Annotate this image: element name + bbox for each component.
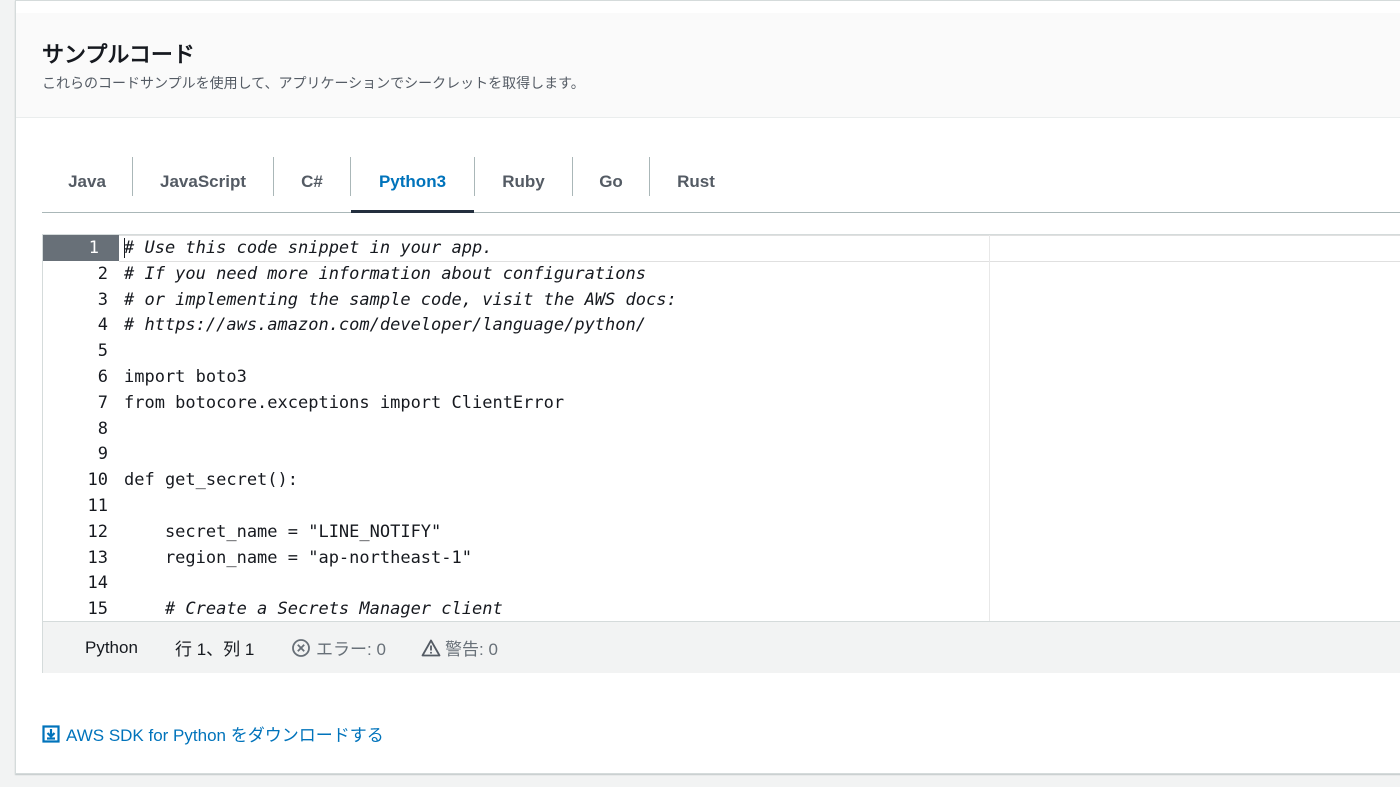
error-circle-icon [292,638,310,657]
line-number: 3 [43,287,108,313]
line-number-text: 3 [97,289,108,310]
page-title: サンプルコード [42,42,195,67]
line-number: 15 [43,596,108,621]
line-number: 6 [43,364,108,390]
line-number-text: 8 [97,418,108,439]
code-editor[interactable]: 1 2 3 4 5 6 7 8 9 10 11 12 13 14 15 # Use this code sn… [42,234,1400,673]
line-number-text: 15 [87,599,108,620]
tab-java[interactable]: Java [42,151,132,212]
tab-go[interactable]: Go [573,151,649,212]
line-number-text: 6 [97,367,108,387]
status-language: Python [85,637,138,657]
code-area[interactable]: 1 2 3 4 5 6 7 8 9 10 11 12 13 14 15 # Use this code sn… [43,235,1400,621]
tab-csharp[interactable]: C# [274,151,350,212]
text-cursor [124,238,125,258]
warning-triangle-icon [421,639,441,656]
sample-code-panel: サンプルコード これらのコードサンプルを使用して、アプリケーションでシークレット… [15,0,1400,774]
page-subtitle: これらのコードサンプルを使用して、アプリケーションでシークレットを取得します。 [42,75,585,91]
download-sdk-label: AWS SDK for Python をダウンロードする [66,726,384,745]
line-number: 12 [43,519,108,545]
line-number-text: 9 [97,444,108,465]
line-number: 13 [43,545,108,571]
line-number-gutter: 1 2 3 4 5 6 7 8 9 10 11 12 13 14 15 [43,235,119,621]
line-number: 9 [43,441,108,467]
line-number: 11 [43,493,108,519]
status-errors-label: エラー: 0 [316,640,386,659]
line-number-text: 14 [87,573,108,594]
tab-javascript[interactable]: JavaScript [133,151,273,212]
line-number: 2 [43,261,108,287]
line-number-text: 12 [87,521,108,542]
line-number-text: 2 [97,263,108,284]
code-line[interactable]: import boto3 [124,364,247,390]
tab-ruby[interactable]: Ruby [475,151,572,212]
line-number-text: 7 [97,392,108,413]
editor-status-bar: Python 行 1、列 1 エラー: 0 警告: 0 [43,621,1400,673]
status-errors[interactable]: エラー: 0 [291,622,386,673]
code-line[interactable]: # or implementing the sample code, visit… [124,287,677,313]
line-number: 1 [43,235,119,261]
code-line[interactable]: # Use this code snippet in your app. [124,235,492,261]
code-line[interactable]: region_name = "ap-northeast-1" [124,545,472,571]
line-number-text: 10 [87,470,108,491]
code-line[interactable]: from botocore.exceptions import ClientEr… [124,390,564,416]
status-cursor-position: 行 1、列 1 [175,640,255,659]
tab-rust[interactable]: Rust [650,151,742,212]
code-line[interactable]: # https://aws.amazon.com/developer/langu… [124,312,646,338]
code-line[interactable]: # If you need more information about con… [124,261,646,287]
code-line[interactable]: def get_secret(): [124,467,298,493]
line-number-text: 13 [87,547,108,568]
code-line[interactable]: # Create a Secrets Manager client [124,596,503,621]
line-number: 4 [43,312,108,338]
line-number-text: 11 [87,496,108,516]
line-number: 8 [43,416,108,442]
code-line[interactable]: secret_name = "LINE_NOTIFY" [124,519,441,545]
download-sdk-link[interactable]: AWS SDK for Python をダウンロードする [42,721,384,746]
download-icon [42,724,60,743]
line-number: 10 [43,467,108,493]
line-number-text: 1 [88,238,99,258]
line-number-text: 5 [97,341,108,362]
status-warnings[interactable]: 警告: 0 [421,622,498,673]
print-margin [989,235,990,621]
line-number: 7 [43,390,108,416]
line-number: 5 [43,338,108,364]
panel-header: サンプルコード これらのコードサンプルを使用して、アプリケーションでシークレット… [16,13,1400,118]
line-number: 14 [43,570,108,596]
tab-python3[interactable]: Python3 [351,151,474,213]
status-warnings-label: 警告: 0 [445,640,498,659]
language-tabs: Java JavaScript C# Python3 Ruby Go Rust [42,151,1400,213]
line-number-text: 4 [97,315,108,336]
